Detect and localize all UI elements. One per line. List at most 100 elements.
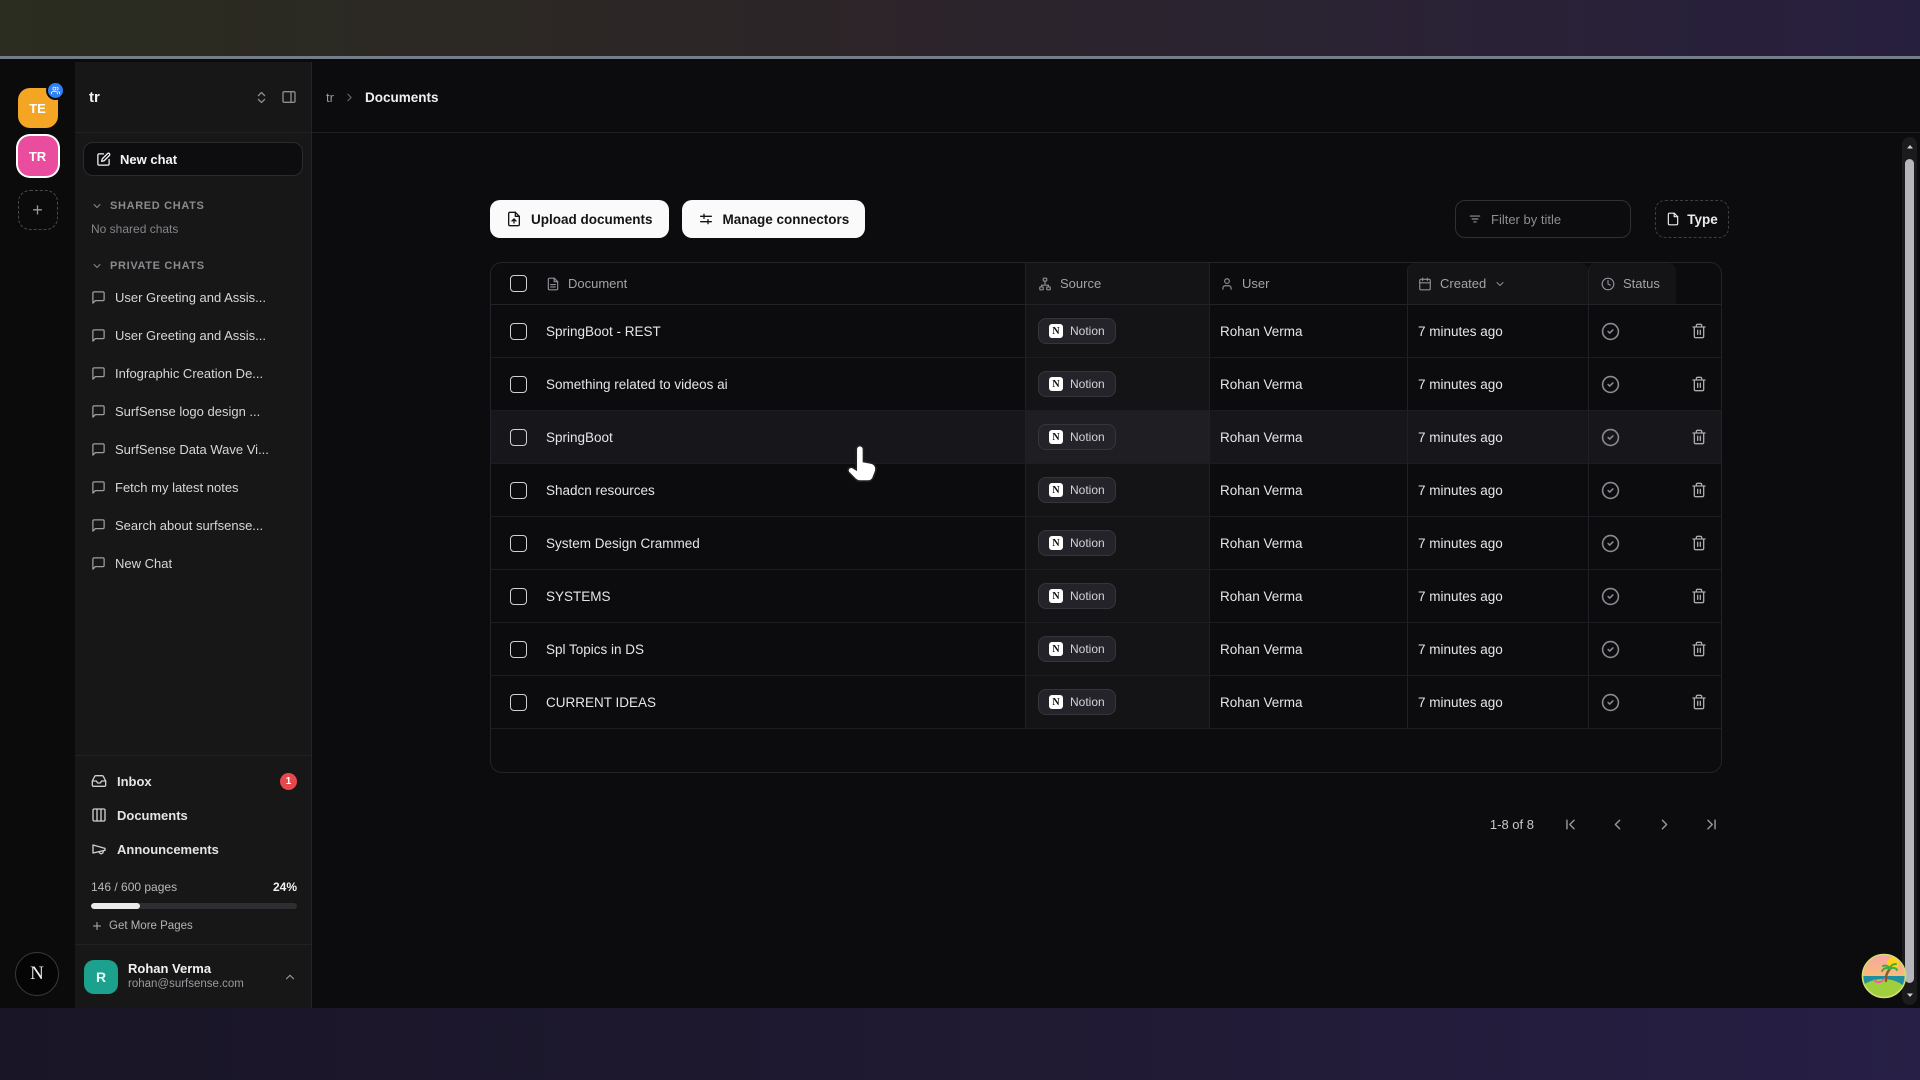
message-icon	[91, 366, 106, 381]
private-chat-list: User Greeting and Assis... User Greeting…	[75, 278, 311, 582]
private-chats-section-header[interactable]: PRIVATE CHATS	[75, 260, 311, 272]
breadcrumb-root[interactable]: tr	[326, 90, 334, 105]
island-theme-button[interactable]	[1860, 952, 1908, 1000]
row-checkbox[interactable]	[510, 323, 527, 340]
clock-icon	[1601, 277, 1615, 291]
type-filter-button[interactable]: Type	[1655, 200, 1729, 238]
row-checkbox[interactable]	[510, 588, 527, 605]
workspace-tile-tr[interactable]: TR	[18, 136, 58, 176]
document-title[interactable]: Spl Topics in DS	[546, 642, 644, 657]
sidebar-toggle-icon[interactable]	[281, 89, 297, 105]
document-title[interactable]: System Design Crammed	[546, 536, 700, 551]
profile-name: Rohan Verma	[128, 961, 273, 977]
manage-connectors-label: Manage connectors	[723, 212, 850, 227]
status-check-circle-icon	[1601, 322, 1620, 341]
first-page-button[interactable]	[1560, 814, 1581, 835]
table-row[interactable]: Spl Topics in DS N Notion Rohan Verma 7 …	[491, 623, 1721, 676]
row-created: 7 minutes ago	[1418, 536, 1503, 551]
delete-row-button[interactable]	[1687, 637, 1711, 661]
column-header-source[interactable]: Source	[1060, 276, 1101, 291]
table-row[interactable]: System Design Crammed N Notion Rohan Ver…	[491, 517, 1721, 570]
sidebar-chat-item[interactable]: User Greeting and Assis...	[75, 278, 311, 316]
sidebar-chat-item[interactable]: New Chat	[75, 544, 311, 582]
sidebar-chat-item[interactable]: Infographic Creation De...	[75, 354, 311, 392]
add-workspace-button[interactable]: +	[18, 190, 58, 230]
document-title[interactable]: SYSTEMS	[546, 589, 611, 604]
sidebar-chat-item[interactable]: Fetch my latest notes	[75, 468, 311, 506]
delete-row-button[interactable]	[1687, 690, 1711, 714]
get-more-pages-button[interactable]: Get More Pages	[75, 909, 311, 944]
calendar-icon	[1418, 277, 1432, 291]
row-checkbox[interactable]	[510, 694, 527, 711]
delete-row-button[interactable]	[1687, 425, 1711, 449]
sidebar-chat-item[interactable]: Search about surfsense...	[75, 506, 311, 544]
sidebar-chat-item[interactable]: SurfSense logo design ...	[75, 392, 311, 430]
workspace-rail: TE TR + N	[0, 62, 75, 1008]
table-row[interactable]: SpringBoot - REST N Notion Rohan Verma 7…	[491, 305, 1721, 358]
scrollbar-thumb[interactable]	[1905, 159, 1914, 983]
row-checkbox[interactable]	[510, 429, 527, 446]
delete-row-button[interactable]	[1687, 478, 1711, 502]
sidebar-item-documents[interactable]: Documents	[75, 798, 311, 832]
sidebar-item-inbox[interactable]: Inbox 1	[75, 764, 311, 798]
table-row[interactable]: CURRENT IDEAS N Notion Rohan Verma 7 min…	[491, 676, 1721, 729]
filter-by-title-input[interactable]	[1491, 212, 1618, 227]
source-name: Notion	[1070, 536, 1105, 550]
filter-by-title-field[interactable]	[1455, 200, 1631, 238]
column-header-document[interactable]: Document	[568, 276, 627, 291]
delete-row-button[interactable]	[1687, 372, 1711, 396]
source-name: Notion	[1070, 377, 1105, 391]
row-checkbox[interactable]	[510, 376, 527, 393]
workspace-tile-te[interactable]: TE	[18, 88, 58, 128]
row-checkbox[interactable]	[510, 482, 527, 499]
scroll-up-icon[interactable]	[1904, 137, 1916, 157]
sidebar-chat-item[interactable]: User Greeting and Assis...	[75, 316, 311, 354]
document-title[interactable]: Shadcn resources	[546, 483, 655, 498]
delete-row-button[interactable]	[1687, 319, 1711, 343]
last-page-button[interactable]	[1701, 814, 1722, 835]
upload-documents-label: Upload documents	[531, 212, 653, 227]
breadcrumb: tr Documents	[312, 62, 1920, 133]
notion-logo-icon: N	[1049, 536, 1063, 550]
document-title[interactable]: CURRENT IDEAS	[546, 695, 656, 710]
document-title[interactable]: Something related to videos ai	[546, 377, 728, 392]
workspace-switcher[interactable]: tr	[75, 62, 311, 133]
chevrons-up-down-icon[interactable]	[254, 90, 269, 105]
document-title[interactable]: SpringBoot - REST	[546, 324, 661, 339]
row-user: Rohan Verma	[1220, 695, 1303, 710]
delete-row-button[interactable]	[1687, 531, 1711, 555]
table-row[interactable]: SYSTEMS N Notion Rohan Verma 7 minutes a…	[491, 570, 1721, 623]
message-icon	[91, 442, 106, 457]
manage-connectors-button[interactable]: Manage connectors	[682, 200, 866, 238]
delete-row-button[interactable]	[1687, 584, 1711, 608]
sidebar-item-announcements[interactable]: Announcements	[75, 832, 311, 866]
table-row[interactable]: Something related to videos ai N Notion …	[491, 358, 1721, 411]
chat-item-label: User Greeting and Assis...	[115, 290, 266, 305]
document-title[interactable]: SpringBoot	[546, 430, 613, 445]
sliders-icon	[698, 211, 714, 227]
select-all-checkbox[interactable]	[510, 275, 527, 292]
source-badge: N Notion	[1038, 318, 1116, 344]
row-checkbox[interactable]	[510, 535, 527, 552]
profile-email: rohan@surfsense.com	[128, 977, 273, 991]
upload-documents-button[interactable]: Upload documents	[490, 200, 669, 238]
chat-item-label: User Greeting and Assis...	[115, 328, 266, 343]
notion-shortcut-button[interactable]: N	[15, 952, 59, 996]
scrollbar[interactable]	[1902, 137, 1917, 1005]
source-badge: N Notion	[1038, 689, 1116, 715]
next-page-button[interactable]	[1654, 814, 1675, 835]
inbox-unread-badge: 1	[280, 773, 297, 790]
chevron-down-icon[interactable]	[1494, 278, 1506, 290]
row-checkbox[interactable]	[510, 641, 527, 658]
column-header-created[interactable]: Created	[1440, 276, 1486, 291]
column-header-status[interactable]: Status	[1623, 276, 1660, 291]
shared-chats-section-header[interactable]: SHARED CHATS	[75, 200, 311, 212]
new-chat-button[interactable]: New chat	[83, 142, 303, 176]
table-row[interactable]: Shadcn resources N Notion Rohan Verma 7 …	[491, 464, 1721, 517]
users-icon	[46, 81, 65, 100]
column-header-user[interactable]: User	[1242, 276, 1269, 291]
user-profile-menu[interactable]: R Rohan Verma rohan@surfsense.com	[75, 944, 311, 1008]
previous-page-button[interactable]	[1607, 814, 1628, 835]
sidebar-chat-item[interactable]: SurfSense Data Wave Vi...	[75, 430, 311, 468]
table-row[interactable]: SpringBoot N Notion Rohan Verma 7 minute…	[491, 411, 1721, 464]
